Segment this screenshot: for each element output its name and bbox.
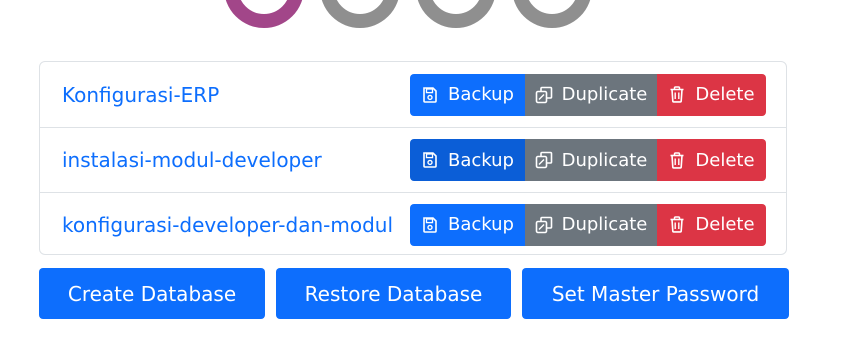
delete-label: Delete xyxy=(695,214,755,235)
database-actions: Backup Duplicate Delete xyxy=(410,73,766,116)
duplicate-button[interactable]: Duplicate xyxy=(525,73,657,116)
floppy-disk-icon xyxy=(421,151,439,169)
database-list: Konfigurasi-ERP Backup Duplicate Delete … xyxy=(39,61,787,255)
backup-label: Backup xyxy=(448,149,514,171)
delete-button[interactable]: Delete xyxy=(657,203,766,246)
database-manager: Konfigurasi-ERP Backup Duplicate Delete … xyxy=(0,0,841,342)
delete-button[interactable]: Delete xyxy=(657,73,766,116)
logo-circle xyxy=(320,0,400,28)
floppy-disk-icon xyxy=(421,86,439,104)
backup-button[interactable]: Backup xyxy=(410,139,525,181)
backup-button[interactable]: Backup xyxy=(410,73,525,116)
database-link[interactable]: instalasi-modul-developer xyxy=(62,148,322,172)
delete-button[interactable]: Delete xyxy=(657,139,766,181)
copy-icon xyxy=(535,86,553,104)
database-link[interactable]: Konfigurasi-ERP xyxy=(62,83,219,107)
restore-database-button[interactable]: Restore Database xyxy=(276,268,511,319)
delete-label: Delete xyxy=(695,84,755,105)
floppy-disk-icon xyxy=(421,216,439,234)
trash-icon xyxy=(668,86,686,104)
duplicate-button[interactable]: Duplicate xyxy=(525,203,657,246)
copy-icon xyxy=(535,216,553,234)
duplicate-label: Duplicate xyxy=(561,84,648,105)
duplicate-label: Duplicate xyxy=(561,149,648,171)
database-row: instalasi-modul-developer Backup Duplica… xyxy=(40,127,786,192)
backup-label: Backup xyxy=(448,84,514,105)
create-database-button[interactable]: Create Database xyxy=(39,268,265,319)
database-actions: Backup Duplicate Delete xyxy=(410,139,766,181)
backup-label: Backup xyxy=(448,214,514,235)
logo-circle xyxy=(416,0,496,28)
trash-icon xyxy=(668,151,686,169)
delete-label: Delete xyxy=(695,149,755,171)
copy-icon xyxy=(535,151,553,169)
logo-circle xyxy=(512,0,592,28)
database-row: konfigurasi-developer-dan-modul Backup D… xyxy=(40,192,786,254)
database-link[interactable]: konfigurasi-developer-dan-modul xyxy=(62,213,393,237)
logo-circle xyxy=(224,0,304,28)
database-actions: Backup Duplicate Delete xyxy=(410,203,766,246)
set-master-password-button[interactable]: Set Master Password xyxy=(522,268,789,319)
trash-icon xyxy=(668,216,686,234)
backup-button[interactable]: Backup xyxy=(410,203,525,246)
duplicate-label: Duplicate xyxy=(561,214,648,235)
duplicate-button[interactable]: Duplicate xyxy=(525,139,657,181)
database-row: Konfigurasi-ERP Backup Duplicate Delete xyxy=(40,62,786,127)
